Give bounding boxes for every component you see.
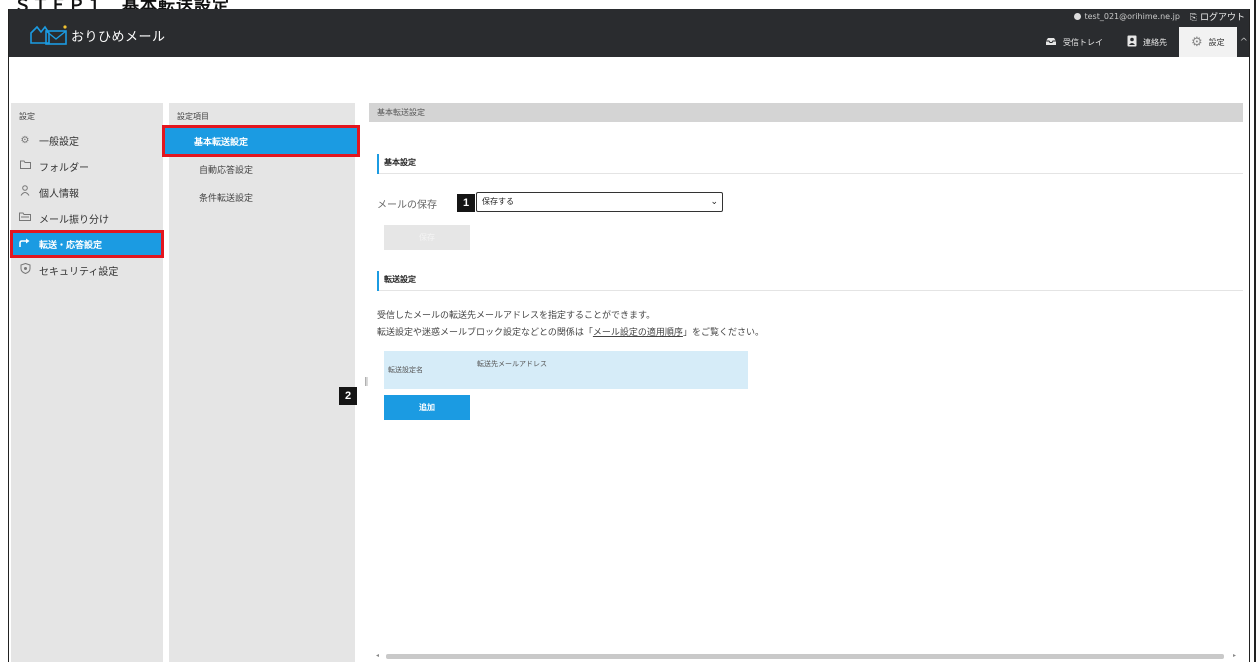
nav-inbox[interactable]: 受信トレイ [1033, 27, 1115, 57]
settings-sidebar: 設定 ⚙ 一般設定 フォルダー 個人情報 メール振り分け 転送・応答設定 セキュ… [10, 103, 164, 662]
user-info: test_021@orihime.ne.jp ⎘ ログアウト [1074, 10, 1245, 23]
top-bar: おりひめメール test_021@orihime.ne.jp ⎘ ログアウト 受… [9, 9, 1249, 57]
sidebar-item-label: 一般設定 [39, 136, 79, 148]
page-title: 基本転送設定 [369, 103, 1243, 122]
mail-save-label: メールの保存 [377, 200, 437, 211]
sidebar-item-mail-sort[interactable]: メール振り分け [11, 205, 163, 231]
scroll-right-icon[interactable]: ▸ [1233, 652, 1236, 659]
nav-contacts-label: 連絡先 [1142, 37, 1167, 47]
main-content: 基本転送設定 基本設定 メールの保存 1 保存する ⌄ 保存 転送設定 受信した… [369, 103, 1243, 662]
shield-icon [19, 262, 31, 277]
scroll-left-icon[interactable]: ◂ [376, 652, 379, 659]
gear-icon: ⚙ [1190, 34, 1203, 50]
logo[interactable]: おりひめメール [29, 24, 166, 46]
sidebar-item-personal[interactable]: 個人情報 [11, 179, 163, 205]
settings-item-auto-reply[interactable]: 自動応答設定 [169, 155, 355, 183]
app-window: おりひめメール test_021@orihime.ne.jp ⎘ ログアウト 受… [8, 9, 1250, 662]
nav-settings[interactable]: ⚙ 設定 [1178, 27, 1237, 57]
frame-edge [1254, 0, 1256, 662]
forward-settings-heading: 転送設定 [377, 269, 1243, 291]
sidebar-item-forwarding[interactable]: 転送・応答設定 [10, 230, 164, 258]
horizontal-scrollbar[interactable]: ◂ ▸ [376, 652, 1236, 660]
sidebar-item-security[interactable]: セキュリティ設定 [11, 257, 163, 283]
forward-icon [19, 238, 31, 251]
settings-item-conditional-forward[interactable]: 条件転送設定 [169, 183, 355, 211]
sidebar-item-label: メール振り分け [39, 214, 109, 226]
nav-inbox-label: 受信トレイ [1062, 37, 1103, 47]
step-badge-1: 1 [457, 194, 475, 212]
logo-icon [29, 24, 69, 46]
gear-icon: ⚙ [20, 134, 30, 146]
sidebar-item-label: セキュリティ設定 [39, 266, 119, 278]
sidebar-item-label: 個人情報 [39, 188, 79, 200]
panel-splitter[interactable]: ‖ [364, 377, 369, 387]
forward-description-line2: 転送設定や迷惑メールブロック設定などとの関係は「メール設定の適用順序」をご覧くだ… [377, 328, 764, 338]
mail-save-select[interactable]: 保存する ⌄ [476, 192, 723, 212]
select-value: 保存する [482, 197, 514, 206]
add-button[interactable]: 追加 [384, 395, 470, 420]
sidebar-heading: 設定 [19, 112, 35, 121]
logo-text: おりひめメール [71, 29, 166, 45]
settings-item-heading: 設定項目 [177, 112, 209, 121]
basic-settings-heading: 基本設定 [377, 152, 1243, 174]
folder-icon [19, 160, 31, 172]
chevron-down-icon: ⌄ [710, 197, 718, 207]
user-icon [1074, 13, 1082, 20]
nav-contacts[interactable]: 連絡先 [1115, 27, 1179, 57]
person-icon [19, 185, 31, 199]
chevron-up-icon[interactable]: ^ [1237, 37, 1249, 48]
column-header-name: 転送設定名 [388, 366, 423, 374]
step-badge-2: 2 [339, 387, 357, 405]
user-email: test_021@orihime.ne.jp [1074, 12, 1180, 21]
sidebar-item-label: フォルダー [39, 162, 89, 174]
folder-sort-icon [19, 212, 31, 224]
settings-item-list: 設定項目 基本転送設定 自動応答設定 条件転送設定 [162, 103, 360, 662]
settings-item-basic-forward[interactable]: 基本転送設定 [162, 125, 360, 157]
scrollbar-thumb[interactable] [386, 654, 1224, 659]
save-button[interactable]: 保存 [384, 225, 470, 250]
sidebar-item-general[interactable]: ⚙ 一般設定 [11, 127, 163, 153]
nav-settings-label: 設定 [1208, 37, 1225, 47]
top-nav: 受信トレイ 連絡先 ⚙ 設定 ^ [1033, 27, 1249, 57]
sidebar-item-label: 転送・応答設定 [39, 240, 103, 251]
sidebar-item-folder[interactable]: フォルダー [11, 153, 163, 179]
forward-table-header: 転送設定名 転送先メールアドレス [384, 351, 748, 389]
inbox-icon [1045, 37, 1057, 48]
logout-link[interactable]: ⎘ ログアウト [1190, 10, 1245, 23]
toolbar-area [9, 57, 1249, 103]
column-header-address: 転送先メールアドレス [477, 360, 547, 368]
contacts-icon [1127, 35, 1137, 49]
apply-order-link[interactable]: メール設定の適用順序 [593, 328, 683, 338]
forward-description-line1: 受信したメールの転送先メールアドレスを指定することができます。 [377, 311, 656, 321]
